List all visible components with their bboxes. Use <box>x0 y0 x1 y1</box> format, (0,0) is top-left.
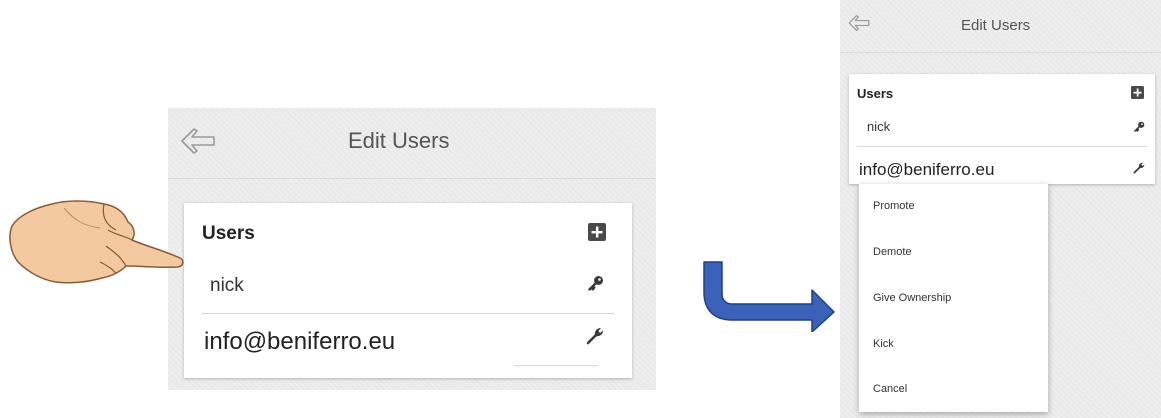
users-card: Users nick info@beniferro.eu <box>184 203 632 378</box>
menu-item-give-ownership[interactable]: Give Ownership <box>873 292 951 304</box>
key-icon[interactable] <box>588 275 604 291</box>
menu-item-cancel[interactable]: Cancel <box>873 383 907 395</box>
menu-item-promote[interactable]: Promote <box>873 200 915 212</box>
key-icon[interactable] <box>1134 121 1145 132</box>
menu-item-demote[interactable]: Demote <box>873 246 912 258</box>
page-title: Edit Users <box>961 17 1031 34</box>
user-row-nick[interactable]: nick <box>210 275 244 297</box>
left-screen: Edit Users Users nick info@beniferro.eu <box>168 108 656 390</box>
user-row-nick[interactable]: nick <box>867 119 890 134</box>
curved-arrow-right-icon <box>703 261 835 332</box>
pointing-hand-icon <box>9 200 184 284</box>
user-row-email[interactable]: info@beniferro.eu <box>204 328 395 356</box>
user-row-email[interactable]: info@beniferro.eu <box>859 160 994 180</box>
users-card: Users nick info@beniferro.eu <box>849 74 1155 184</box>
row-divider <box>514 365 598 366</box>
right-screen: Edit Users Users nick info@beniferro.eu … <box>840 0 1161 418</box>
users-heading: Users <box>202 223 255 244</box>
users-heading: Users <box>857 86 894 101</box>
wrench-icon[interactable] <box>1133 162 1145 174</box>
arrow-left-icon[interactable] <box>848 14 870 32</box>
user-context-menu: Promote Demote Give Ownership Kick Cance… <box>859 184 1048 412</box>
row-divider <box>202 313 614 314</box>
row-divider <box>857 146 1147 147</box>
wrench-icon[interactable] <box>586 327 604 345</box>
menu-item-kick[interactable]: Kick <box>873 338 894 350</box>
plus-square-icon[interactable] <box>588 223 606 241</box>
page-title: Edit Users <box>348 128 450 153</box>
left-app-bar: Edit Users <box>168 108 656 179</box>
right-app-bar: Edit Users <box>840 0 1161 53</box>
plus-square-icon[interactable] <box>1131 86 1144 99</box>
arrow-left-icon[interactable] <box>180 128 216 154</box>
